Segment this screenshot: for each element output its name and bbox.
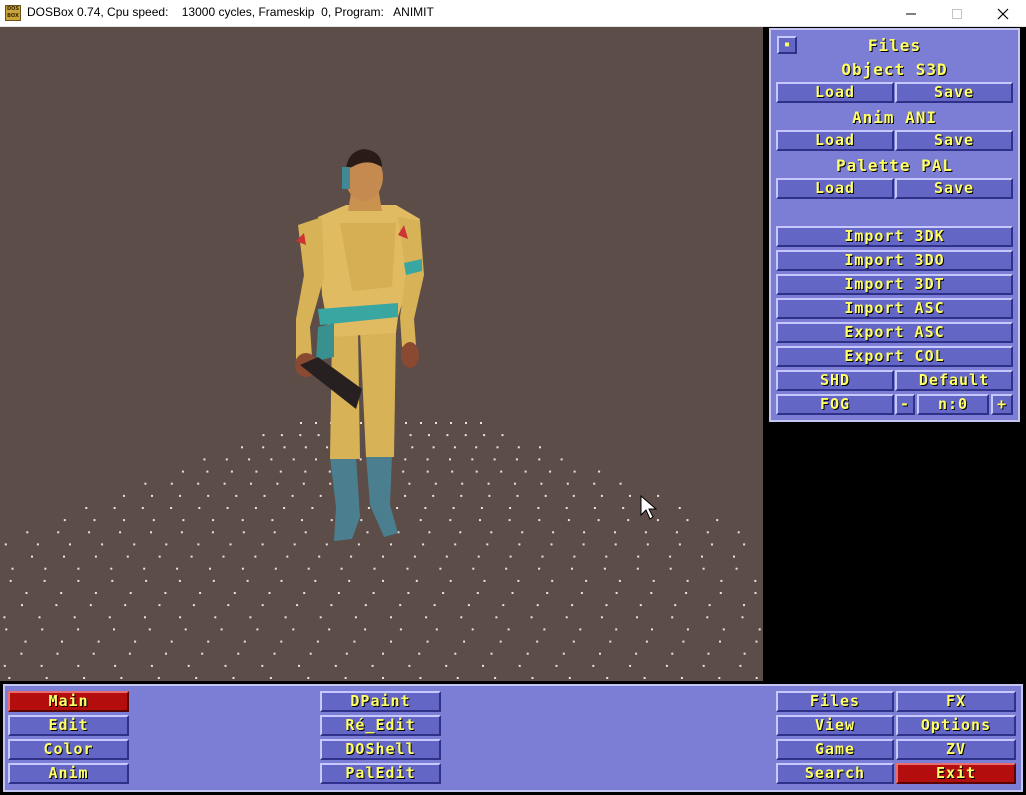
- 3d-viewport[interactable]: [0, 27, 763, 681]
- palette-pal-heading: Palette PAL: [836, 156, 953, 175]
- import-asc-button[interactable]: Import ASC: [776, 298, 1013, 319]
- maximize-icon: [952, 9, 962, 19]
- character-model: [295, 149, 424, 541]
- anim-load-button[interactable]: Load: [776, 130, 894, 151]
- minimize-icon: [906, 13, 916, 15]
- options-menu-button[interactable]: Options: [896, 715, 1016, 736]
- window-titlebar: DOS BOX DOSBox 0.74, Cpu speed: 13000 cy…: [0, 0, 1026, 27]
- object-save-button[interactable]: Save: [895, 82, 1013, 103]
- edit-menu-button[interactable]: Edit: [8, 715, 129, 736]
- files-panel: ▪ Files Object S3D Load Save Anim ANI Lo…: [769, 28, 1020, 422]
- files-panel-title: Files: [867, 36, 922, 55]
- fog-value-field: n:0: [917, 394, 989, 415]
- window-title: DOSBox 0.74, Cpu speed: 13000 cycles, Fr…: [27, 5, 434, 19]
- close-button[interactable]: [980, 0, 1026, 27]
- view-menu-button[interactable]: View: [776, 715, 894, 736]
- palette-save-button[interactable]: Save: [895, 178, 1013, 199]
- game-menu-button[interactable]: Game: [776, 739, 894, 760]
- exit-button[interactable]: Exit: [896, 763, 1016, 784]
- shd-button[interactable]: SHD: [776, 370, 894, 391]
- minimize-button[interactable]: [888, 0, 934, 27]
- close-icon: [997, 8, 1009, 20]
- bottom-menu-bar: Main Edit Color Anim DPaint Ré_Edit DOSh…: [3, 684, 1023, 792]
- maximize-button[interactable]: [934, 0, 980, 27]
- mouse-cursor-icon: [640, 495, 658, 520]
- default-button[interactable]: Default: [895, 370, 1013, 391]
- search-menu-button[interactable]: Search: [776, 763, 894, 784]
- anim-menu-button[interactable]: Anim: [8, 763, 129, 784]
- import-3dt-button[interactable]: Import 3DT: [776, 274, 1013, 295]
- anim-ani-heading: Anim ANI: [851, 108, 938, 127]
- app-icon-text: DOS BOX: [6, 6, 19, 19]
- object-load-button[interactable]: Load: [776, 82, 894, 103]
- paledit-button[interactable]: PalEdit: [320, 763, 441, 784]
- fog-increase-button[interactable]: +: [991, 394, 1013, 415]
- fog-button[interactable]: FOG: [776, 394, 894, 415]
- import-3do-button[interactable]: Import 3DO: [776, 250, 1013, 271]
- dos-screen: ▪ Files Object S3D Load Save Anim ANI Lo…: [0, 27, 1026, 795]
- import-3dk-button[interactable]: Import 3DK: [776, 226, 1013, 247]
- dpaint-button[interactable]: DPaint: [320, 691, 441, 712]
- fog-decrease-button[interactable]: -: [895, 394, 915, 415]
- doshell-button[interactable]: DOShell: [320, 739, 441, 760]
- dosbox-app-icon[interactable]: DOS BOX: [5, 5, 21, 21]
- export-col-button[interactable]: Export COL: [776, 346, 1013, 367]
- fx-menu-button[interactable]: FX: [896, 691, 1016, 712]
- anim-save-button[interactable]: Save: [895, 130, 1013, 151]
- main-menu-button[interactable]: Main: [8, 691, 129, 712]
- color-menu-button[interactable]: Color: [8, 739, 129, 760]
- object-s3d-heading: Object S3D: [841, 60, 948, 79]
- palette-load-button[interactable]: Load: [776, 178, 894, 199]
- export-asc-button[interactable]: Export ASC: [776, 322, 1013, 343]
- files-menu-button[interactable]: Files: [776, 691, 894, 712]
- re-edit-button[interactable]: Ré_Edit: [320, 715, 441, 736]
- zv-menu-button[interactable]: ZV: [896, 739, 1016, 760]
